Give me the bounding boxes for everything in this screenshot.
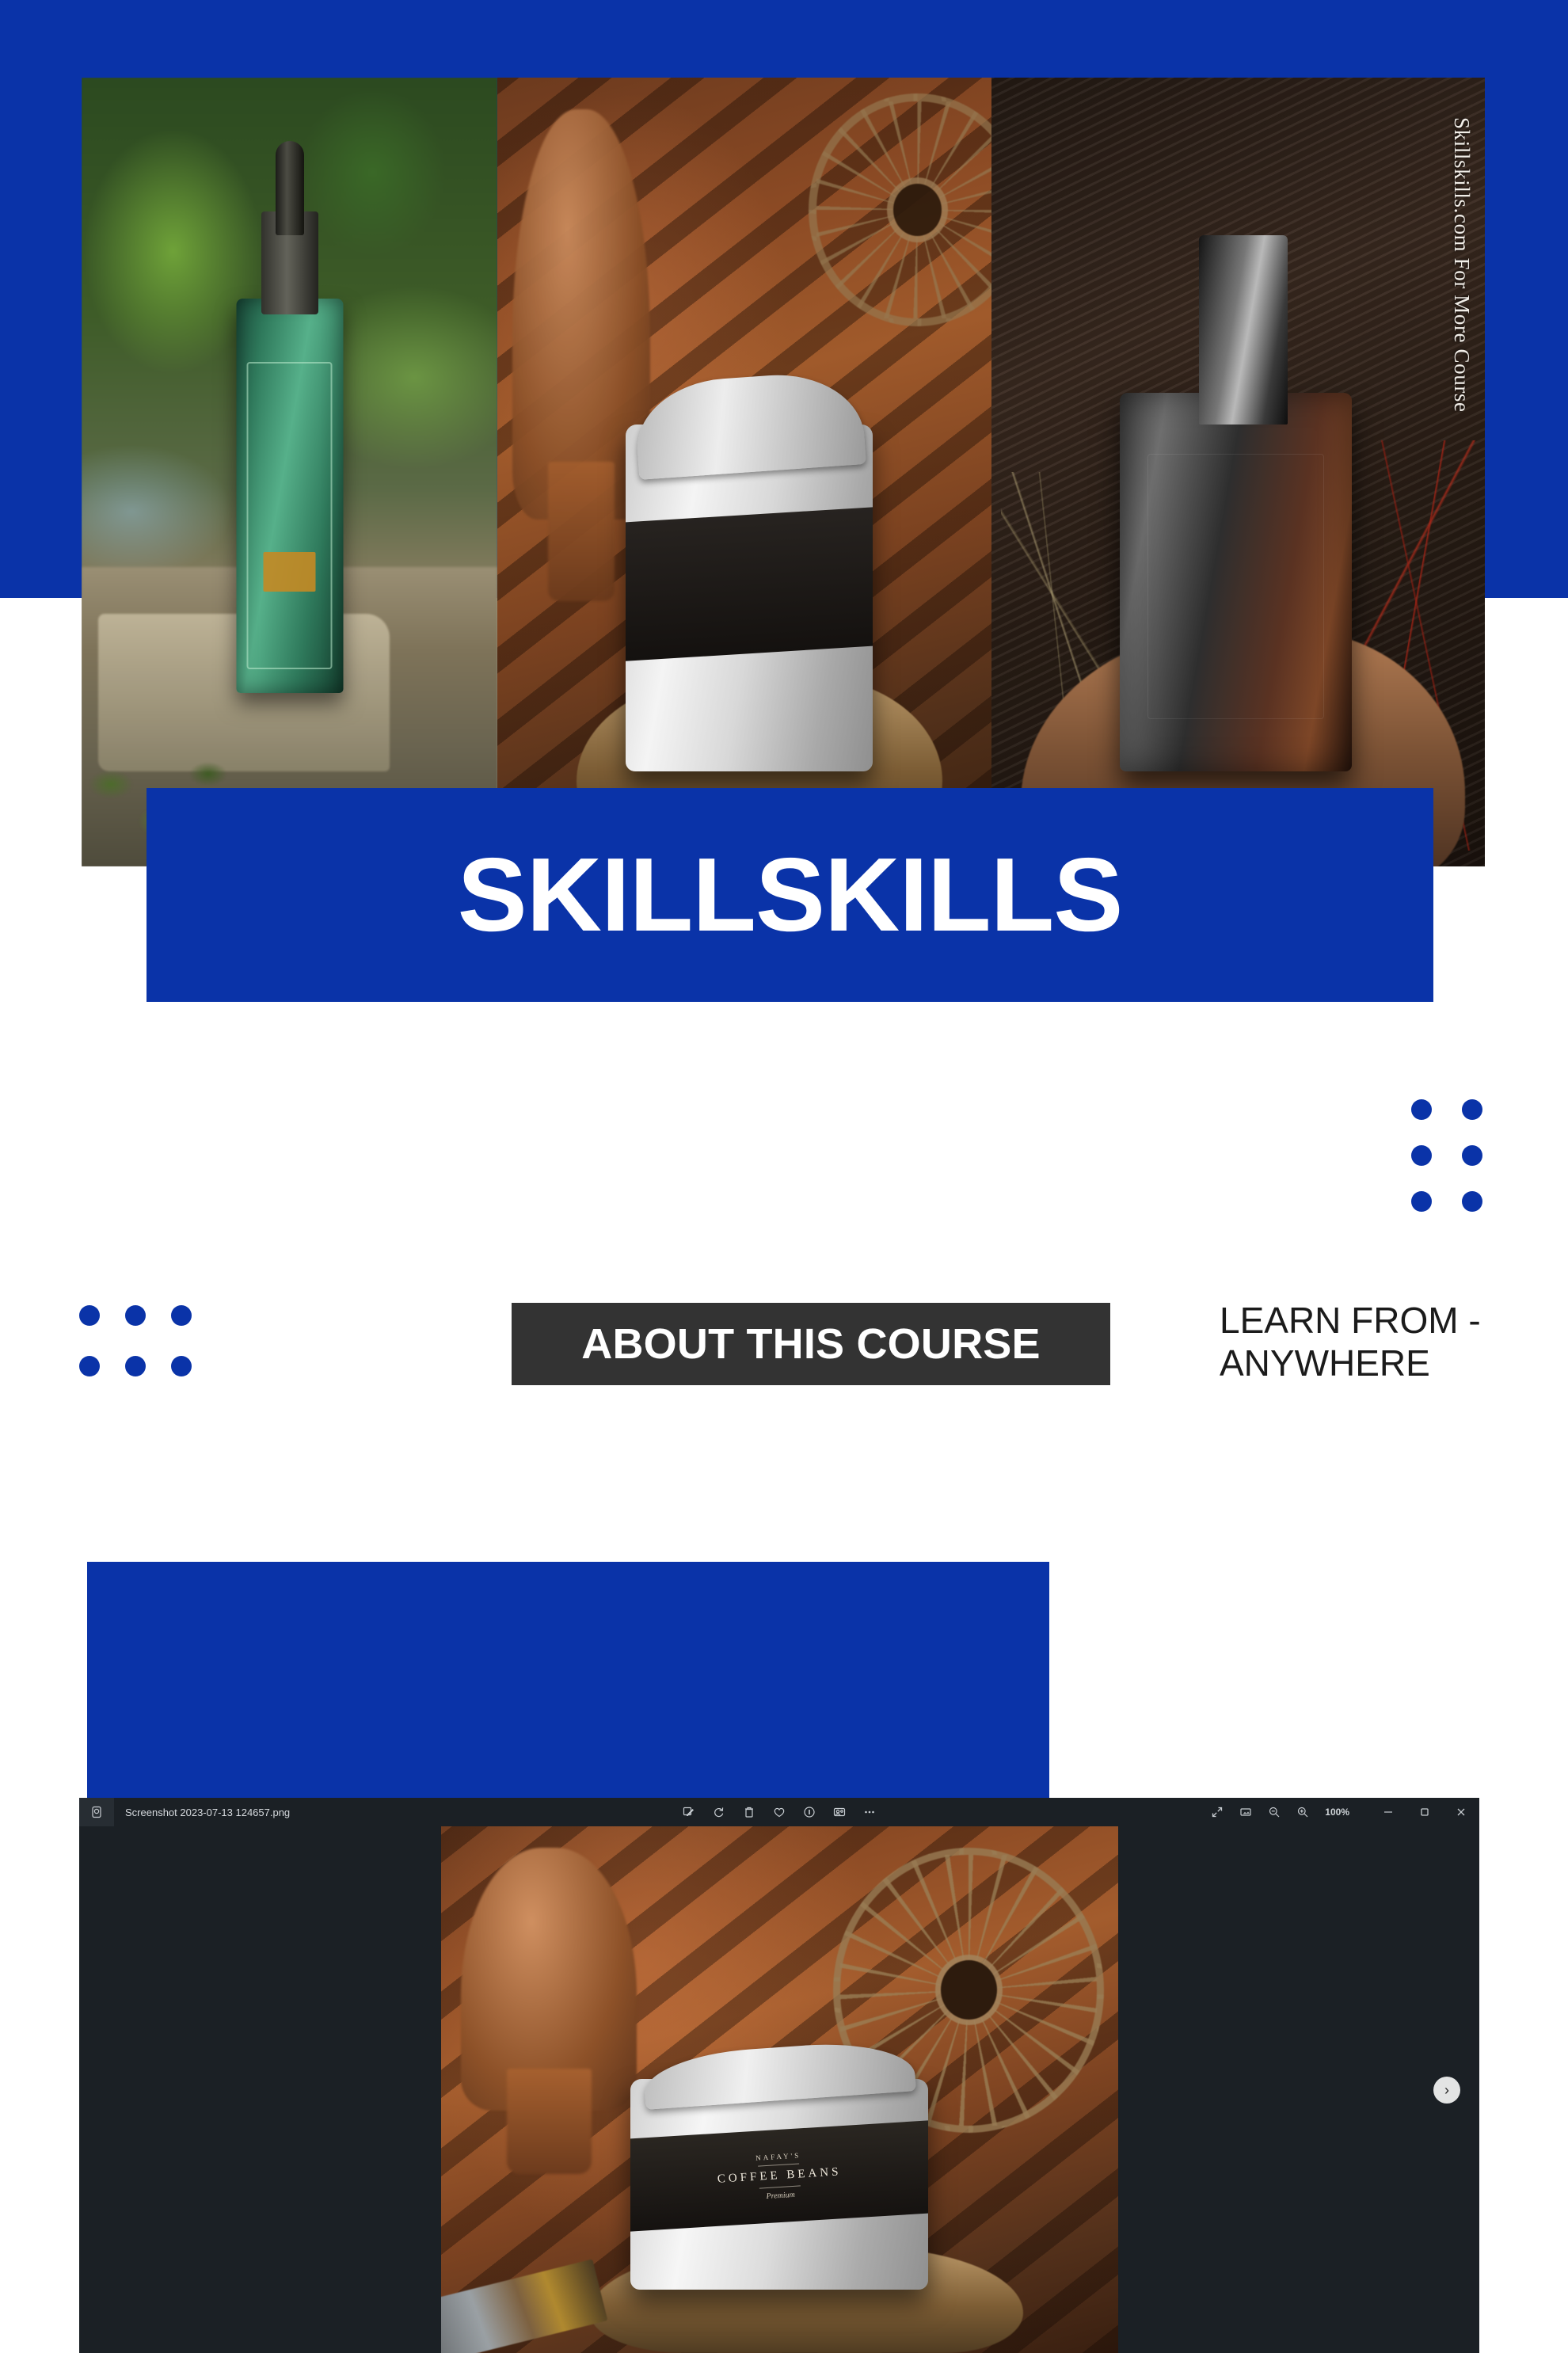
dot <box>125 1305 146 1326</box>
dot <box>1462 1145 1482 1166</box>
dot-grid-left <box>79 1305 192 1376</box>
learn-from-anywhere-text: LEARN FROM - ANYWHERE <box>1220 1299 1536 1385</box>
photos-app-icon <box>79 1798 114 1826</box>
photos-app-glyph <box>90 1806 103 1818</box>
dot <box>1462 1191 1482 1212</box>
dot <box>1411 1099 1432 1120</box>
edit-image-icon[interactable] <box>683 1806 695 1818</box>
maximize-icon <box>1418 1806 1431 1818</box>
viewer-filename: Screenshot 2023-07-13 124657.png <box>125 1806 291 1818</box>
viewer-right-toolbar: 100% <box>1211 1798 1479 1826</box>
product-brand-label: NAFAY'S <box>755 2150 801 2162</box>
marble-coffee-canister-photo <box>497 78 991 866</box>
close-icon <box>1455 1806 1467 1818</box>
product-name-label: COFFEE BEANS <box>717 2165 842 2186</box>
dot <box>171 1356 192 1376</box>
chevron-right-icon: › <box>1444 2081 1449 2098</box>
minimize-icon <box>1382 1806 1395 1818</box>
rotate-icon[interactable] <box>713 1806 725 1818</box>
slide-canvas: Skillskills.com For More Course SKILLSKI… <box>0 0 1568 2353</box>
close-button[interactable] <box>1443 1798 1479 1826</box>
dot <box>79 1356 100 1376</box>
next-photo-button[interactable]: › <box>1433 2076 1460 2104</box>
zoom-out-icon[interactable] <box>1268 1806 1281 1818</box>
title-banner: SKILLSKILLS <box>147 788 1433 1002</box>
maximize-button[interactable] <box>1406 1798 1443 1826</box>
dot <box>79 1305 100 1326</box>
viewer-titlebar: Screenshot 2023-07-13 124657.png 100% <box>79 1798 1479 1826</box>
viewer-center-toolbar <box>683 1806 876 1818</box>
about-this-course-label: ABOUT THIS COURSE <box>581 1320 1041 1368</box>
minimize-button[interactable] <box>1370 1798 1406 1826</box>
more-options-icon[interactable] <box>863 1806 876 1818</box>
green-dropper-bottle-photo <box>82 78 497 866</box>
about-this-course-chip: ABOUT THIS COURSE <box>512 1303 1110 1385</box>
viewer-canvas: NAFAY'S COFFEE BEANS Premium › <box>79 1826 1479 2353</box>
dot-grid-right <box>1411 1099 1482 1212</box>
heart-icon[interactable] <box>773 1806 786 1818</box>
hero-photo-triptych: Skillskills.com For More Course <box>82 78 1485 866</box>
fit-to-window-icon[interactable] <box>1239 1806 1252 1818</box>
dot <box>1411 1191 1432 1212</box>
lower-blue-block <box>87 1562 1049 1798</box>
dot <box>1462 1099 1482 1120</box>
product-subtitle-label: Premium <box>766 2190 795 2201</box>
fullscreen-icon[interactable] <box>1211 1806 1224 1818</box>
dark-perfume-bottle-photo: Skillskills.com For More Course <box>991 78 1485 866</box>
photo-viewer-window: Screenshot 2023-07-13 124657.png 100% NA… <box>79 1798 1479 2353</box>
learn-line-1: LEARN FROM - <box>1220 1300 1481 1341</box>
zoom-level-label: 100% <box>1325 1807 1349 1818</box>
dot <box>125 1356 146 1376</box>
zoom-in-icon[interactable] <box>1296 1806 1309 1818</box>
info-icon[interactable] <box>803 1806 816 1818</box>
dot <box>1411 1145 1432 1166</box>
people-tag-icon[interactable] <box>833 1806 846 1818</box>
learn-line-2: ANYWHERE <box>1220 1342 1430 1384</box>
window-controls <box>1370 1798 1479 1826</box>
coffee-beans-canister-photo: NAFAY'S COFFEE BEANS Premium <box>440 1826 1118 2353</box>
vertical-credit-text: Skillskills.com For More Course <box>1450 117 1474 413</box>
page-title: SKILLSKILLS <box>457 836 1124 953</box>
dot <box>171 1305 192 1326</box>
delete-icon[interactable] <box>743 1806 755 1818</box>
zoom-controls: 100% <box>1211 1806 1370 1818</box>
